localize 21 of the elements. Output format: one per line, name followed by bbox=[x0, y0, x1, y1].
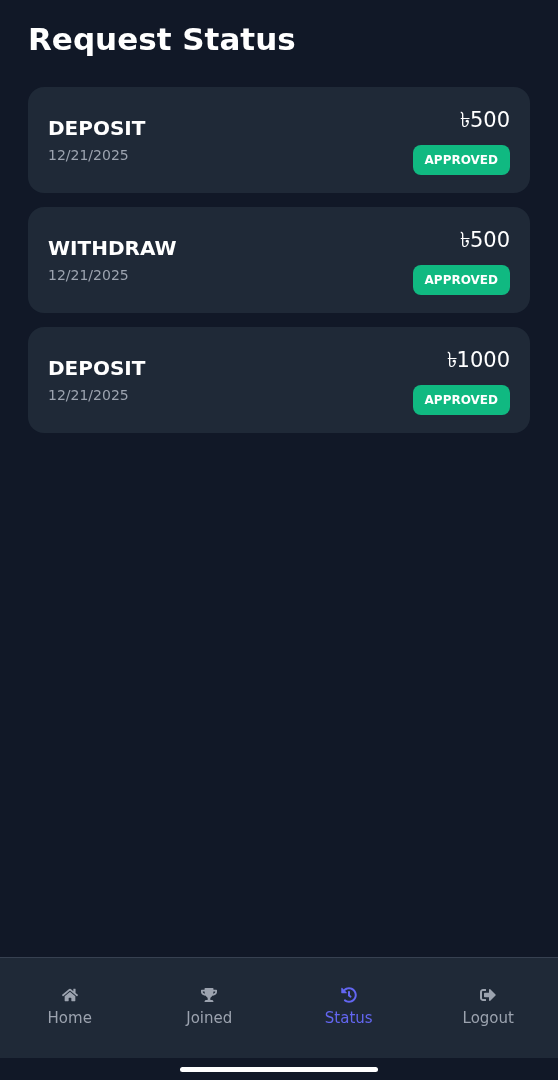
request-type: DEPOSIT bbox=[48, 355, 146, 383]
request-type: WITHDRAW bbox=[48, 235, 177, 263]
nav-tab[interactable]: Joined bbox=[159, 986, 260, 1030]
nav-tab[interactable]: Status bbox=[298, 986, 399, 1030]
request-type: DEPOSIT bbox=[48, 115, 146, 143]
request-date: 12/21/2025 bbox=[48, 266, 129, 286]
status-badge: APPROVED bbox=[412, 264, 510, 295]
history-icon bbox=[340, 986, 357, 1003]
request-amount: ৳1000 bbox=[446, 347, 510, 374]
trophy-icon bbox=[201, 986, 218, 1003]
status-badge: APPROVED bbox=[412, 144, 510, 175]
logout-icon bbox=[480, 986, 497, 1003]
nav-tab[interactable]: Logout bbox=[438, 986, 539, 1030]
home-icon bbox=[61, 986, 78, 1003]
page-title: Request Status bbox=[28, 20, 296, 59]
request-amount: ৳500 bbox=[459, 227, 510, 254]
status-badge: APPROVED bbox=[412, 384, 510, 415]
request-date: 12/21/2025 bbox=[48, 386, 129, 406]
nav-tab[interactable]: Home bbox=[19, 986, 120, 1030]
request-date: 12/21/2025 bbox=[48, 146, 129, 166]
request-amount: ৳500 bbox=[459, 107, 510, 134]
